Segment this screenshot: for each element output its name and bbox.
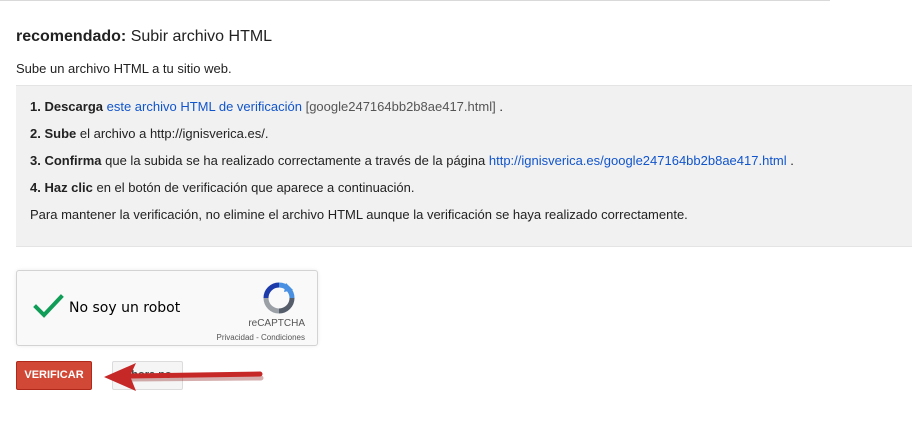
- recaptcha-checkbox[interactable]: [33, 293, 65, 321]
- recaptcha-link-separator: -: [253, 333, 261, 342]
- download-file-link[interactable]: este archivo HTML de verificación: [107, 99, 302, 114]
- verification-page: recomendado: Subir archivo HTML Sube un …: [0, 0, 912, 440]
- step-confirm-end: .: [786, 153, 794, 168]
- verify-button[interactable]: VERIFICAR: [16, 361, 92, 390]
- method-intro: Sube un archivo HTML a tu sitio web.: [16, 61, 232, 76]
- step-click-label: 4. Haz clic: [30, 180, 93, 195]
- recaptcha-brand: reCAPTCHA: [248, 318, 305, 329]
- step-download-label: 1. Descarga: [30, 99, 103, 114]
- not-now-button[interactable]: Ahora no: [112, 361, 183, 390]
- step-upload: 2. Sube el archivo a http://ignisverica.…: [30, 126, 268, 142]
- recaptcha-links: Privacidad - Condiciones: [217, 333, 306, 342]
- step-confirm-text: que la subida se ha realizado correctame…: [101, 153, 489, 168]
- recaptcha-privacy-link[interactable]: Privacidad: [217, 333, 254, 342]
- step-download: 1. Descarga este archivo HTML de verific…: [30, 99, 503, 115]
- top-divider: [0, 0, 830, 1]
- recaptcha-label: No soy un robot: [69, 300, 181, 316]
- recaptcha-widget: No soy un robot reCAPTCHA Privacidad - C…: [16, 270, 318, 346]
- instructions-box: 1. Descarga este archivo HTML de verific…: [16, 85, 912, 247]
- recaptcha-terms-link[interactable]: Condiciones: [261, 333, 305, 342]
- verification-note: Para mantener la verificación, no elimin…: [30, 207, 688, 222]
- verification-filename: [google247164bb2b8ae417.html]: [305, 99, 496, 114]
- step-download-end: .: [495, 99, 503, 114]
- recaptcha-logo-icon: [262, 281, 296, 315]
- step-upload-text: el archivo a http://ignisverica.es/.: [76, 126, 269, 141]
- step-confirm: 3. Confirma que la subida se ha realizad…: [30, 153, 794, 169]
- confirm-page-link[interactable]: http://ignisverica.es/google247164bb2b8a…: [489, 153, 787, 168]
- step-upload-label: 2. Sube: [30, 126, 77, 141]
- step-click: 4. Haz clic en el botón de verificación …: [30, 180, 415, 196]
- method-heading-label: recomendado:: [16, 28, 127, 45]
- checkmark-icon: [33, 294, 64, 318]
- method-heading-title: Subir archivo HTML: [126, 28, 273, 45]
- step-click-text: en el botón de verificación que aparece …: [92, 180, 415, 195]
- step-confirm-label: 3. Confirma: [30, 153, 102, 168]
- method-heading: recomendado: Subir archivo HTML: [16, 27, 272, 47]
